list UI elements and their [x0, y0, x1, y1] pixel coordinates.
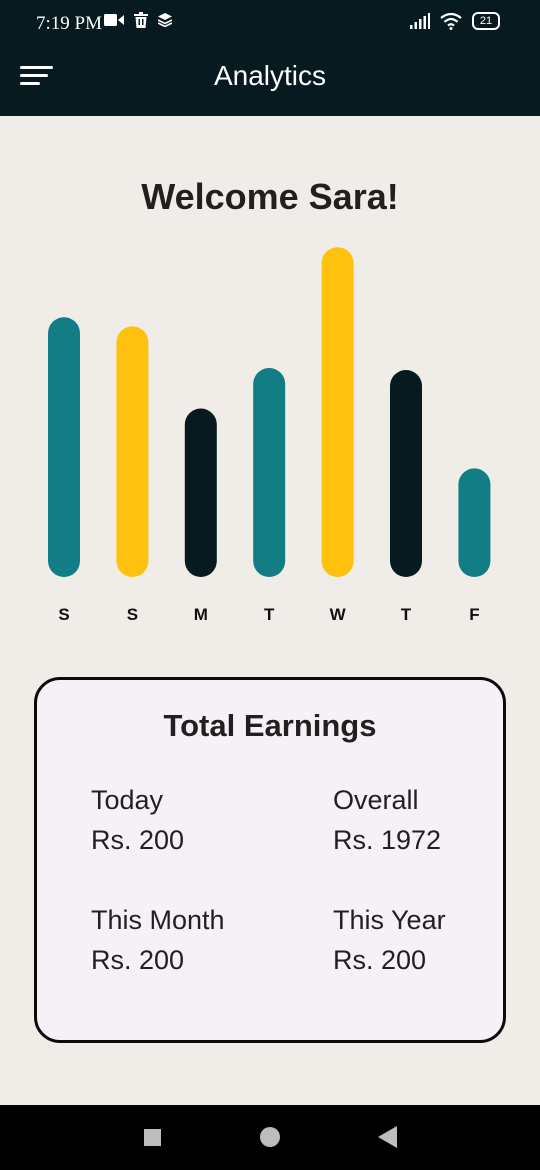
- day-label-1: S: [127, 605, 138, 624]
- status-notification-icons: [104, 12, 172, 28]
- battery-level: 21: [479, 15, 493, 27]
- day-label-5: T: [401, 605, 412, 624]
- bar-4: [321, 247, 354, 577]
- this-month-label: This Month: [91, 905, 225, 935]
- status-system-icons: 21: [410, 12, 500, 30]
- page-title: Analytics: [213, 60, 327, 91]
- trash-icon: [134, 12, 148, 28]
- day-label-4: W: [330, 605, 347, 624]
- today-label: Today: [91, 785, 164, 815]
- bar-0: [48, 317, 80, 577]
- this-year-label: This Year: [333, 905, 446, 935]
- bar-6: [458, 468, 491, 577]
- recent-apps-icon[interactable]: [144, 1129, 161, 1146]
- navigation-bar: [0, 1105, 540, 1170]
- back-icon[interactable]: [378, 1126, 397, 1148]
- day-label-3: T: [264, 605, 275, 624]
- today-value: Rs. 200: [91, 825, 185, 855]
- total-earnings-card: Total Earnings Today Rs. 200 Overall Rs.…: [34, 677, 506, 1043]
- status-time: 7:19 PM: [36, 13, 102, 34]
- day-label-2: M: [194, 605, 208, 624]
- welcome-heading: Welcome Sara!: [141, 176, 399, 217]
- overall-value: Rs. 1972: [333, 825, 442, 855]
- overall-label: Overall: [333, 785, 419, 815]
- video-camera-icon: [104, 14, 124, 26]
- weekly-bar-chart: SSMTWTF: [48, 247, 491, 624]
- this-month-value: Rs. 200: [91, 945, 185, 975]
- home-icon[interactable]: [260, 1127, 280, 1147]
- battery-icon: 21: [472, 12, 500, 30]
- signal-icon: [410, 13, 430, 29]
- bar-5: [390, 370, 422, 577]
- bar-2: [184, 408, 217, 577]
- status-bar: 7:19 PM 21: [0, 0, 540, 48]
- bar-3: [253, 367, 286, 577]
- day-label-6: F: [469, 605, 479, 624]
- wifi-icon: [440, 12, 462, 30]
- this-year-value: Rs. 200: [333, 945, 427, 975]
- layers-icon: [158, 13, 172, 27]
- card-title: Total Earnings: [163, 708, 377, 743]
- app-bar: Analytics: [0, 48, 540, 116]
- bar-1: [116, 326, 149, 577]
- day-label-0: S: [58, 605, 69, 624]
